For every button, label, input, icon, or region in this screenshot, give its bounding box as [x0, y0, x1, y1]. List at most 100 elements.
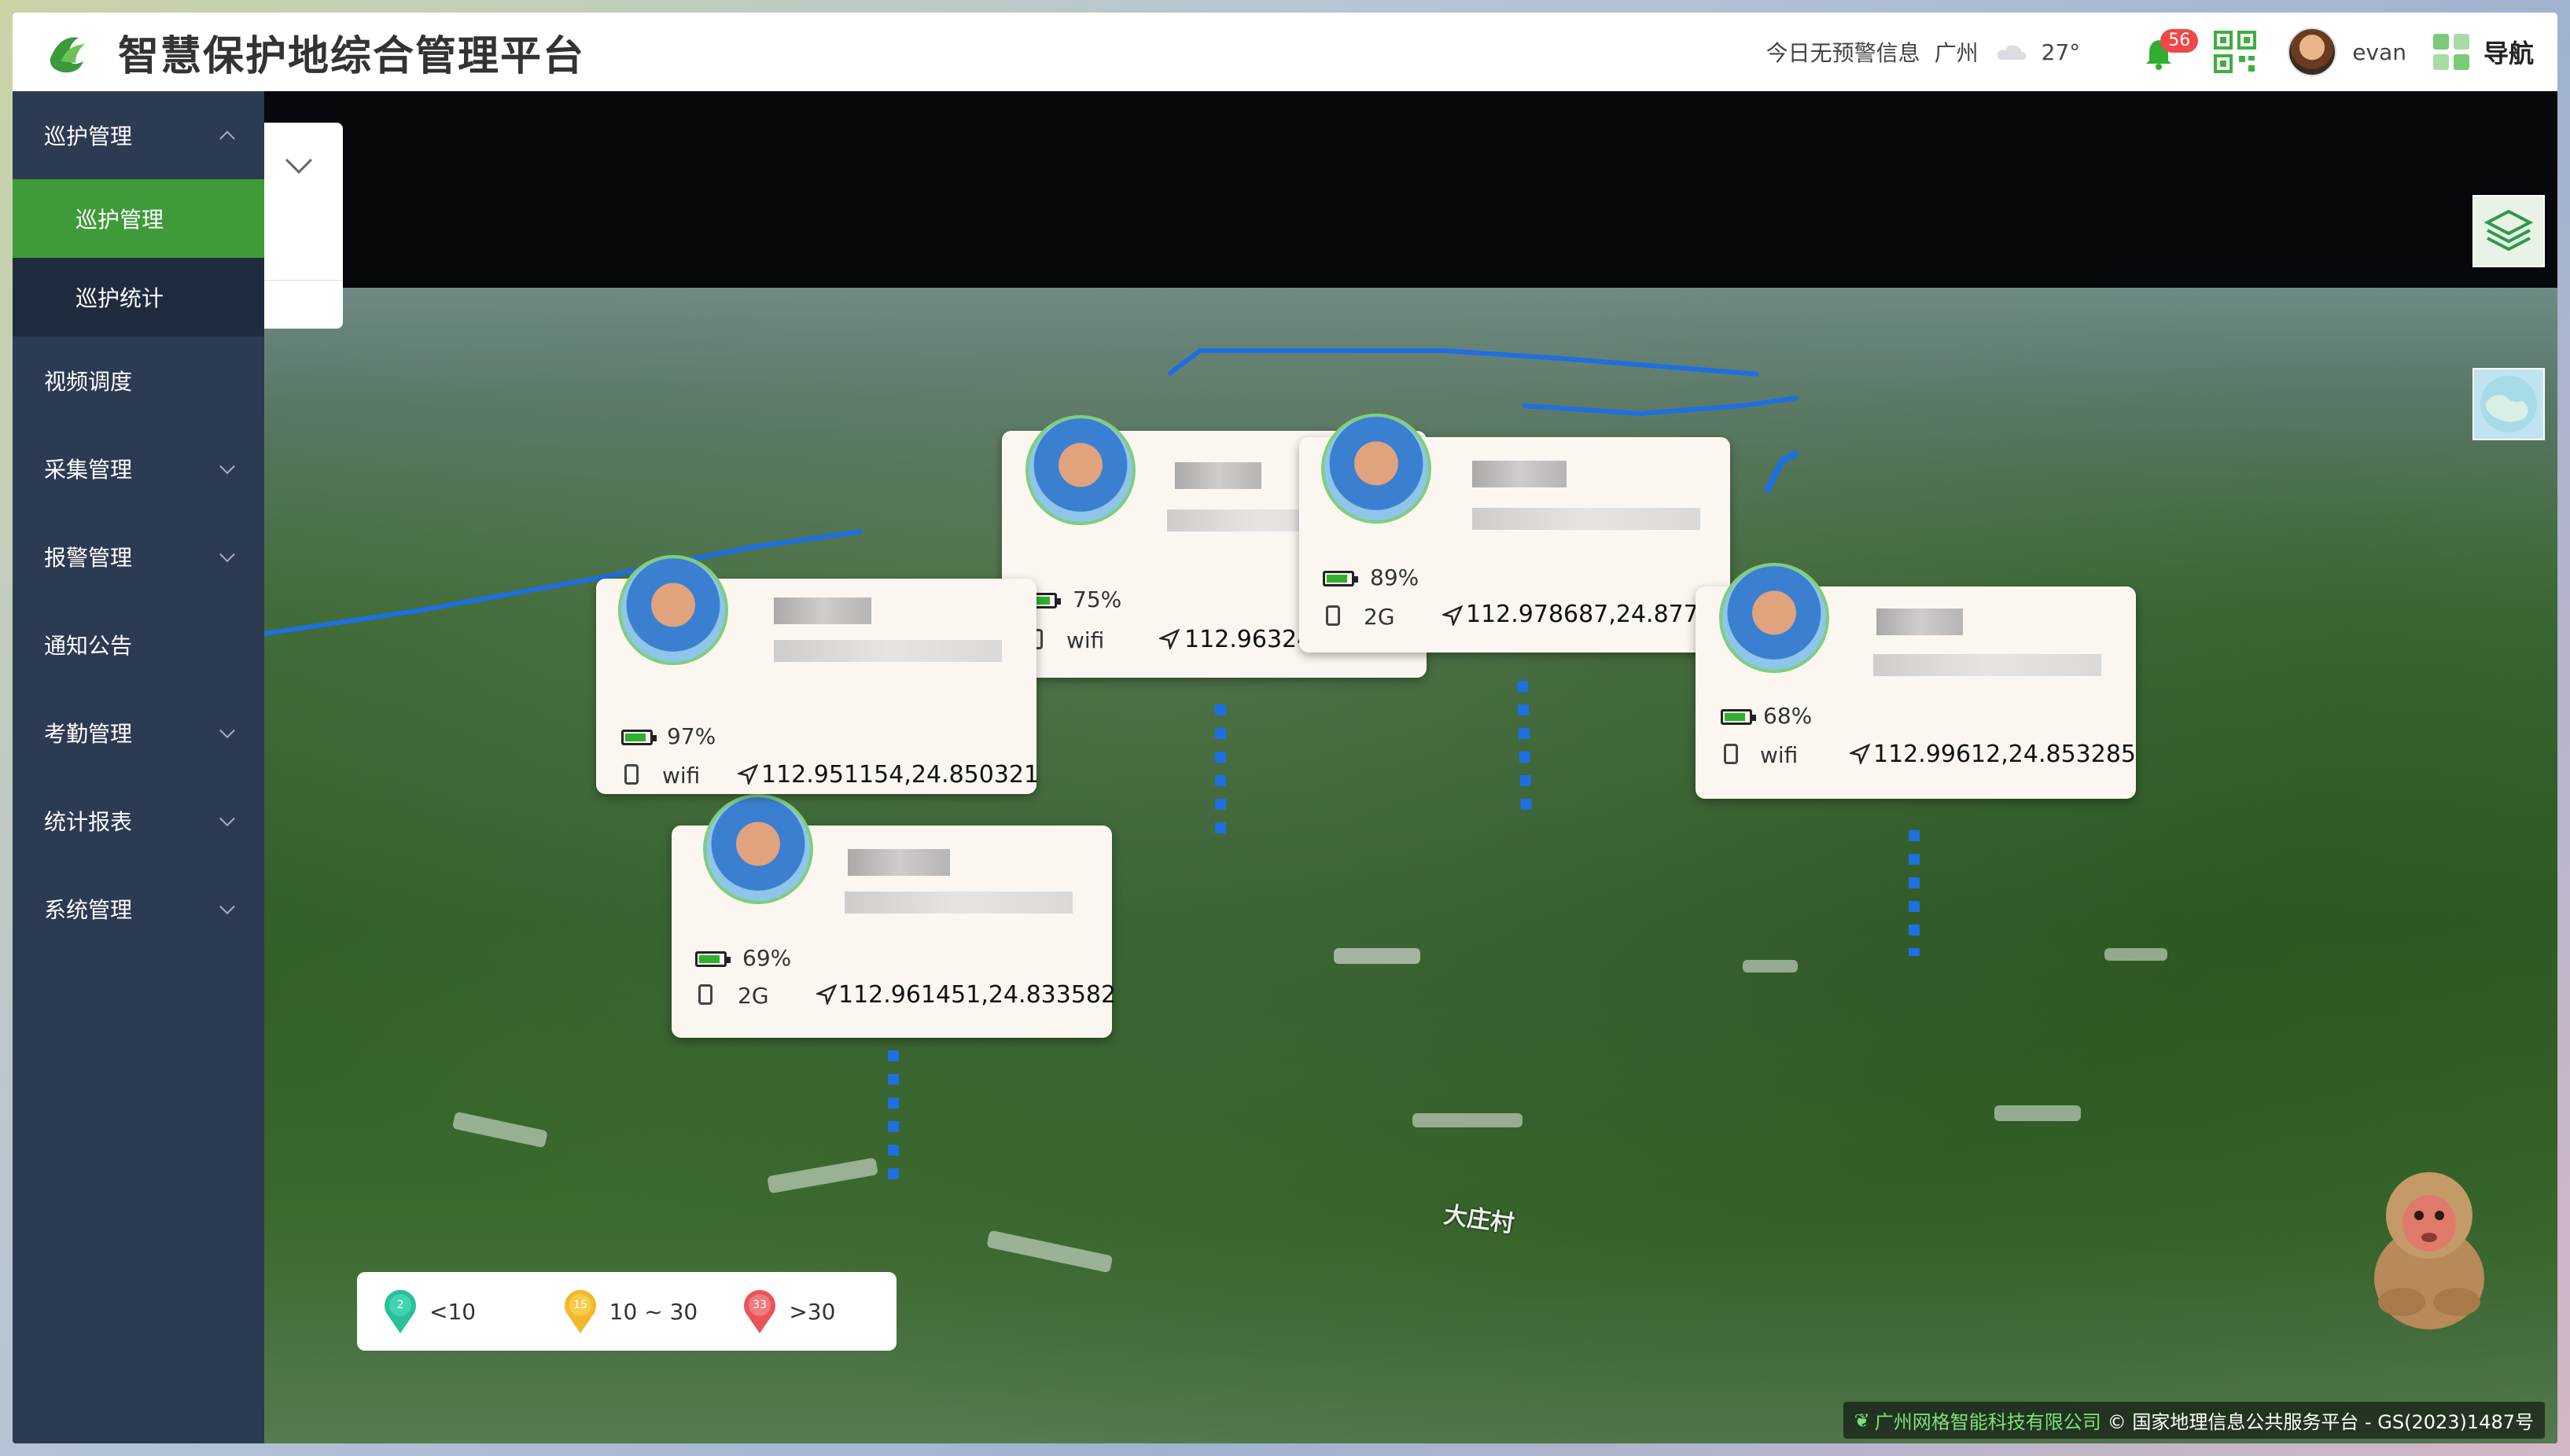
ranger-photo [1719, 563, 1829, 673]
location-arrow-icon [1159, 629, 1180, 649]
sidebar-item-notices[interactable]: 通知公告 [13, 601, 264, 689]
layers-icon [2483, 209, 2534, 252]
ranger-name [774, 597, 871, 624]
nav-label[interactable]: 导航 [2483, 34, 2534, 70]
phone-icon [1326, 605, 1340, 626]
city-text: 广州 [1934, 40, 1979, 66]
map-pin-icon: 2 [385, 1289, 416, 1333]
chevron-down-icon [219, 899, 235, 915]
ranger-name [1876, 609, 1963, 635]
ranger-photo [1025, 415, 1136, 525]
ranger-card[interactable]: 69% 2G 112.961451,24.833582 [672, 794, 1116, 1038]
chevron-down-icon [219, 811, 235, 827]
sidebar-item-reports[interactable]: 统计报表 [13, 777, 264, 865]
basemap-toggle-button[interactable] [2472, 368, 2545, 440]
legend-item-low: 2 <10 [381, 1288, 537, 1335]
ranger-id [845, 892, 1073, 914]
chevron-down-icon [219, 458, 235, 475]
sidebar-item-label: 采集管理 [44, 457, 133, 483]
layers-button[interactable] [2472, 195, 2545, 267]
map-view[interactable]: 大庄村 75% wifi 112.963245, 89% 2G 112.9786… [264, 91, 2557, 1443]
location-arrow-icon [816, 984, 837, 1005]
map-attribution: ❦ 广州网格智能科技有限公司 © 国家地理信息公共服务平台 - GS(2023)… [1843, 1402, 2545, 1439]
ranger-photo [618, 555, 728, 665]
cluster-legend: 2 <10 15 10 ~ 30 33 >30 [357, 1272, 897, 1351]
ranger-id [1873, 654, 2101, 676]
ranger-id [774, 640, 1002, 662]
legend-label: <10 [429, 1298, 477, 1325]
chevron-down-icon [219, 546, 235, 563]
sidebar-item-label: 系统管理 [44, 897, 133, 923]
top-header: 智慧保护地综合管理平台 今日无预警信息 广州 27° 56 evan 导航 [13, 13, 2557, 91]
battery-level: 68% [1763, 703, 1813, 729]
ranger-photo [703, 794, 813, 904]
temperature-text: 27° [2041, 39, 2081, 65]
ranger-name [848, 849, 950, 876]
sidebar: 巡护管理 巡护管理 巡护统计 视频调度 采集管理 报警管理 通知公告 考勤管理 … [13, 91, 264, 1443]
patrol-submenu: 巡护管理 巡护统计 [13, 179, 264, 336]
sidebar-item-label: 通知公告 [44, 633, 133, 659]
leaf-logo-icon: ❦ [1854, 1409, 1870, 1432]
network-type: wifi [662, 763, 701, 789]
chevron-down-icon[interactable] [285, 147, 312, 174]
battery-icon [1721, 709, 1756, 725]
network-type: 2G [1364, 604, 1395, 630]
notification-button[interactable]: 56 [2143, 29, 2199, 72]
globe-map-icon [2480, 376, 2537, 432]
legend-count: 2 [397, 1299, 404, 1311]
ranger-card[interactable]: 89% 2G 112.978687,24.877199 [1299, 414, 1743, 653]
patrol-route-line [1763, 450, 1799, 494]
location-arrow-icon [1850, 744, 1870, 764]
gps-coordinates: 112.961451,24.833582 [838, 981, 1117, 1009]
cloud-icon [1997, 45, 2027, 60]
sidebar-item-label: 巡护管理 [44, 123, 133, 149]
user-avatar[interactable] [2288, 28, 2337, 76]
sidebar-item-attendance[interactable]: 考勤管理 [13, 689, 264, 777]
credit-text: © 国家地理信息公共服务平台 - GS(2023)1487号 [2107, 1411, 2534, 1433]
battery-level: 89% [1370, 564, 1419, 590]
submenu-item-patrol-management[interactable]: 巡护管理 [13, 179, 264, 258]
user-name[interactable]: evan [2352, 39, 2406, 65]
submenu-item-patrol-statistics[interactable]: 巡护统计 [13, 258, 264, 336]
network-type: wifi [1066, 627, 1105, 653]
sidebar-item-video-dispatch[interactable]: 视频调度 [13, 336, 264, 425]
network-type: wifi [1760, 742, 1799, 768]
app-window: 智慧保护地综合管理平台 今日无预警信息 广州 27° 56 evan 导航 巡护… [13, 13, 2557, 1443]
battery-icon [1323, 571, 1358, 586]
monkey-mascot-icon[interactable] [2362, 1160, 2496, 1333]
sidebar-item-system[interactable]: 系统管理 [13, 865, 264, 953]
patrol-route-line [1167, 348, 1759, 377]
network-type: 2G [738, 983, 769, 1009]
qr-code-icon[interactable] [2214, 31, 2257, 73]
battery-icon [621, 730, 657, 745]
navigation-grid-icon[interactable] [2430, 31, 2472, 73]
ranger-card[interactable]: 68% wifi 112.99612,24.853285 [1696, 563, 2136, 799]
phone-icon [624, 764, 639, 785]
sidebar-item-label: 报警管理 [44, 545, 133, 571]
page-title: 智慧保护地综合管理平台 [118, 32, 586, 80]
chevron-down-icon [219, 722, 235, 739]
sidebar-item-alarm[interactable]: 报警管理 [13, 513, 264, 601]
sidebar-item-patrol-management[interactable]: 巡护管理 [13, 91, 264, 179]
legend-label: 10 ~ 30 [609, 1298, 698, 1325]
collapse-panel[interactable] [264, 123, 343, 329]
gps-coordinates: 112.99612,24.853285 [1873, 741, 2136, 768]
map-pin-icon: 15 [564, 1289, 596, 1333]
panel-divider [264, 280, 343, 281]
legend-count: 33 [753, 1299, 767, 1311]
ranger-card[interactable]: 97% wifi 112.951154,24.850321 [596, 555, 1039, 794]
ranger-id [1472, 508, 1700, 530]
company-link[interactable]: 广州网格智能科技有限公司 [1875, 1406, 2101, 1434]
sidebar-item-collection[interactable]: 采集管理 [13, 425, 264, 513]
location-arrow-icon [738, 764, 758, 785]
header-right: 今日无预警信息 广州 27° 56 evan 导航 [1752, 13, 2534, 91]
phone-icon [1724, 744, 1738, 764]
sidebar-item-label: 视频调度 [44, 369, 133, 395]
battery-level: 69% [742, 945, 792, 971]
battery-level: 97% [667, 723, 716, 749]
warning-text: 今日无预警信息 [1765, 40, 1920, 66]
battery-icon [695, 951, 731, 967]
phone-icon [698, 984, 712, 1005]
sidebar-item-label: 考勤管理 [44, 721, 133, 747]
legend-label: >30 [789, 1298, 836, 1325]
